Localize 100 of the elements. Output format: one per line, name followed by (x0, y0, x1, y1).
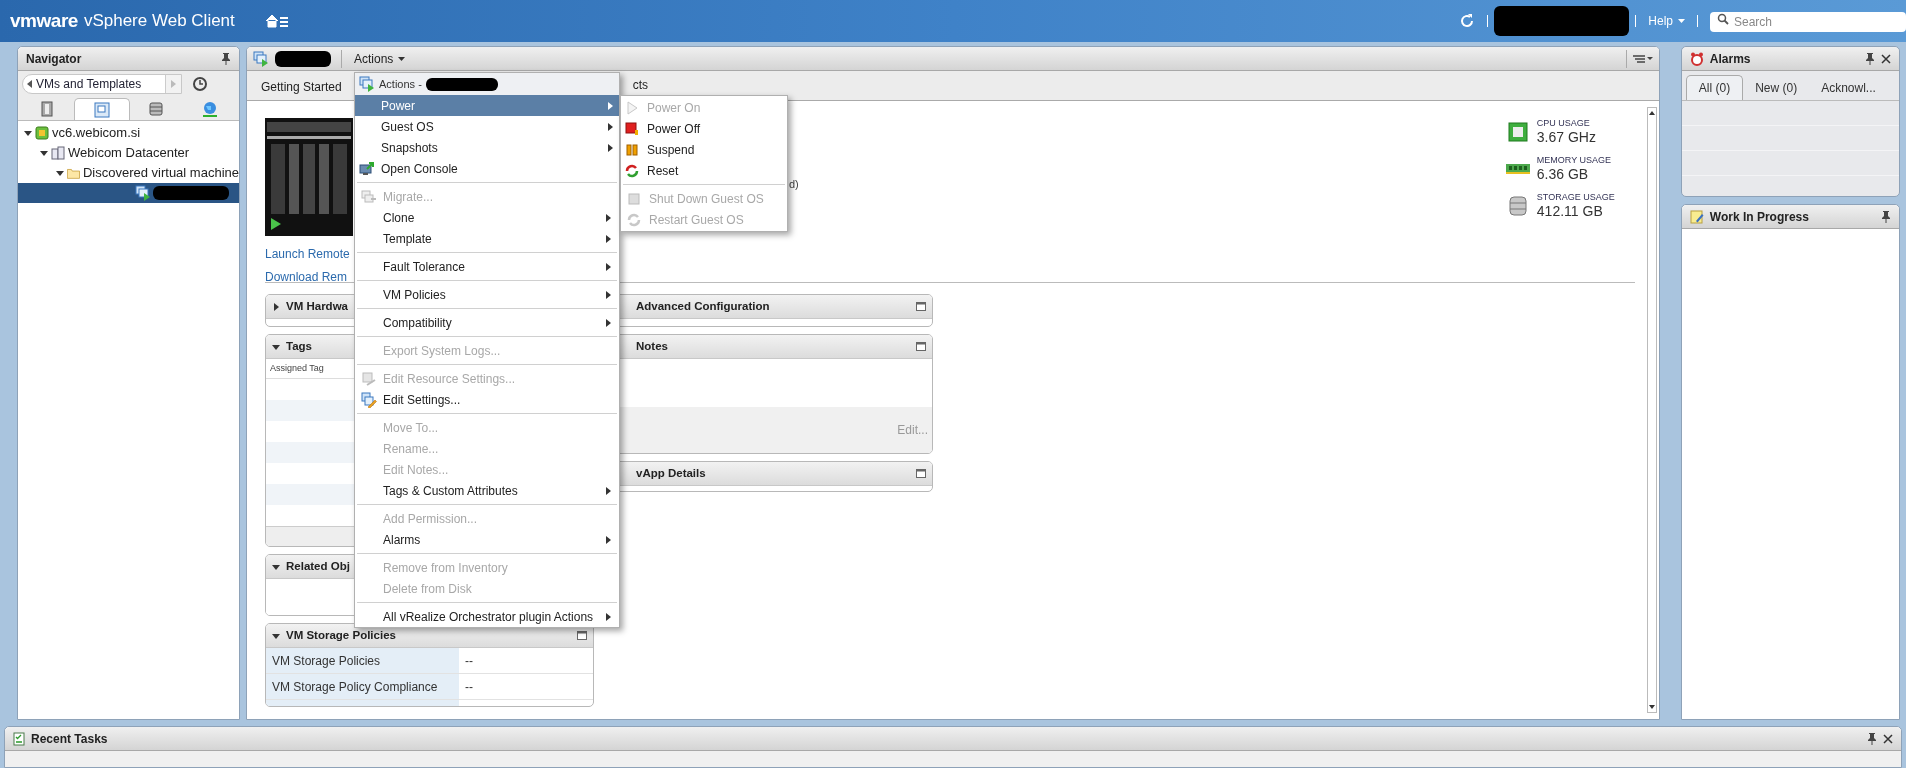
card-title: Related Obj (286, 558, 350, 574)
pause-icon (625, 142, 639, 157)
maximize-icon[interactable] (916, 469, 926, 478)
close-icon[interactable] (1883, 733, 1893, 744)
pin-icon[interactable] (1881, 210, 1891, 223)
metric-value: 412.11 GB (1536, 204, 1604, 218)
actions-button[interactable]: Actions (348, 49, 412, 68)
menu-item[interactable]: Tags & Custom Attributes (357, 480, 617, 501)
property-value: -- (464, 678, 474, 696)
vm-icon (359, 76, 375, 92)
alarm-tab[interactable]: All (0) (1685, 75, 1744, 100)
card-title: Notes (636, 338, 668, 354)
expanded-arrow-icon[interactable] (272, 562, 280, 571)
card-title: VM Hardwa (286, 298, 348, 314)
back-arrow-icon (27, 80, 32, 88)
database-icon (148, 101, 165, 117)
pin-icon[interactable] (1867, 732, 1877, 745)
submenu-arrow-icon (608, 143, 613, 152)
submenu-arrow-icon (606, 262, 611, 271)
expanded-arrow-icon[interactable] (272, 631, 280, 640)
tree-item[interactable]: Webicom Datacenter (18, 143, 239, 163)
menu-item[interactable]: All vRealize Orchestrator plugin Actions (357, 606, 617, 627)
close-icon[interactable] (1881, 53, 1891, 64)
menu-item[interactable]: VM Policies (357, 284, 617, 305)
property-value: -- (464, 652, 474, 670)
list-menu-icon[interactable] (1632, 53, 1653, 64)
metric-value: 6.36 GB (1536, 167, 1590, 181)
menu-item[interactable]: Suspend (621, 139, 787, 160)
menu-item[interactable]: Alarms (357, 529, 617, 550)
menu-item[interactable]: Clone (357, 207, 617, 228)
breadcrumb-button[interactable]: VMs and Templates (22, 74, 182, 94)
search-icon (1717, 13, 1729, 25)
card-title: Tags (286, 338, 312, 354)
expanded-arrow-icon[interactable] (56, 169, 64, 177)
submenu-arrow-icon (606, 234, 611, 243)
content-tab[interactable]: Getting Started (253, 74, 350, 100)
vm-icon (253, 50, 269, 67)
pin-icon[interactable] (221, 52, 231, 65)
history-icon[interactable] (192, 76, 208, 92)
pin-icon[interactable] (1865, 52, 1875, 65)
restart-icon (627, 212, 641, 227)
maximize-icon[interactable] (916, 302, 926, 311)
building-icon (51, 146, 65, 160)
menu-item[interactable]: Snapshots (355, 137, 619, 158)
property-label: VM Storage Policies (266, 648, 459, 673)
panel-title: Alarms (1709, 50, 1751, 68)
submenu-arrow-icon (606, 612, 611, 621)
summary-text: d) (789, 178, 799, 190)
vm-icon (135, 185, 151, 201)
submenu-arrow-icon (608, 101, 613, 110)
metric-label: CPU USAGE (1536, 119, 1591, 128)
tree-item[interactable]: Discovered virtual machine (18, 163, 239, 183)
maximize-icon[interactable] (916, 342, 926, 351)
menu-item[interactable]: Reset (621, 160, 787, 181)
expanded-arrow-icon[interactable] (272, 342, 280, 351)
tree-item[interactable] (18, 183, 239, 203)
stop-icon (625, 121, 639, 136)
menu-title: Actions - (379, 76, 422, 92)
logo: vmware (10, 8, 78, 33)
menu-item[interactable]: Edit Settings... (357, 389, 617, 410)
menu-item[interactable]: Power (355, 95, 619, 116)
vcenter-icon (35, 126, 49, 140)
redaction-mark (275, 50, 331, 67)
play-icon (625, 100, 639, 115)
vm-pencil-icon (361, 391, 377, 408)
metric-value: 3.67 GHz (1536, 130, 1596, 144)
menu-item[interactable]: Compatibility (357, 312, 617, 333)
expanded-arrow-icon[interactable] (24, 129, 32, 137)
alarm-clock-icon (1689, 51, 1704, 66)
chip-icon (1507, 121, 1528, 142)
product-title: vSphere Web Client (83, 10, 235, 33)
migrate-icon (361, 188, 377, 205)
reset-icon (625, 163, 639, 178)
card-title: Advanced Configuration (636, 298, 770, 314)
monitor-arrow-icon (359, 160, 375, 177)
menu-item[interactable]: Template (357, 228, 617, 249)
vm-template-icon (93, 101, 110, 118)
scrollbar[interactable] (1646, 107, 1657, 713)
checklist-icon (13, 731, 25, 746)
expanded-arrow-icon[interactable] (40, 149, 48, 157)
square-icon (627, 191, 641, 206)
home-menu-icon[interactable] (264, 13, 289, 29)
panel-title: Work In Progress (1709, 208, 1809, 226)
maximize-icon[interactable] (577, 631, 587, 640)
alarm-tab[interactable]: Acknowl... (1809, 75, 1888, 100)
menu-item[interactable]: Guest OS (355, 116, 619, 137)
menu-item[interactable]: Power Off (621, 118, 787, 139)
card-title: VM Storage Policies (286, 627, 396, 643)
panel-title: Navigator (26, 50, 82, 68)
refresh-icon[interactable] (1459, 13, 1476, 29)
menu-item[interactable]: Fault Tolerance (357, 256, 617, 277)
alarm-tab[interactable]: New (0) (1743, 75, 1810, 100)
menu-item[interactable]: Open Console (355, 158, 619, 179)
database-icon (1508, 194, 1527, 217)
content-tab[interactable]: cts (630, 76, 651, 94)
folder-icon (67, 166, 80, 180)
collapsed-arrow-icon[interactable] (272, 302, 280, 311)
tree-item[interactable]: vc6.webicom.si (18, 123, 239, 143)
search-field[interactable]: Search (1710, 12, 1906, 32)
caret-icon (1678, 19, 1685, 23)
